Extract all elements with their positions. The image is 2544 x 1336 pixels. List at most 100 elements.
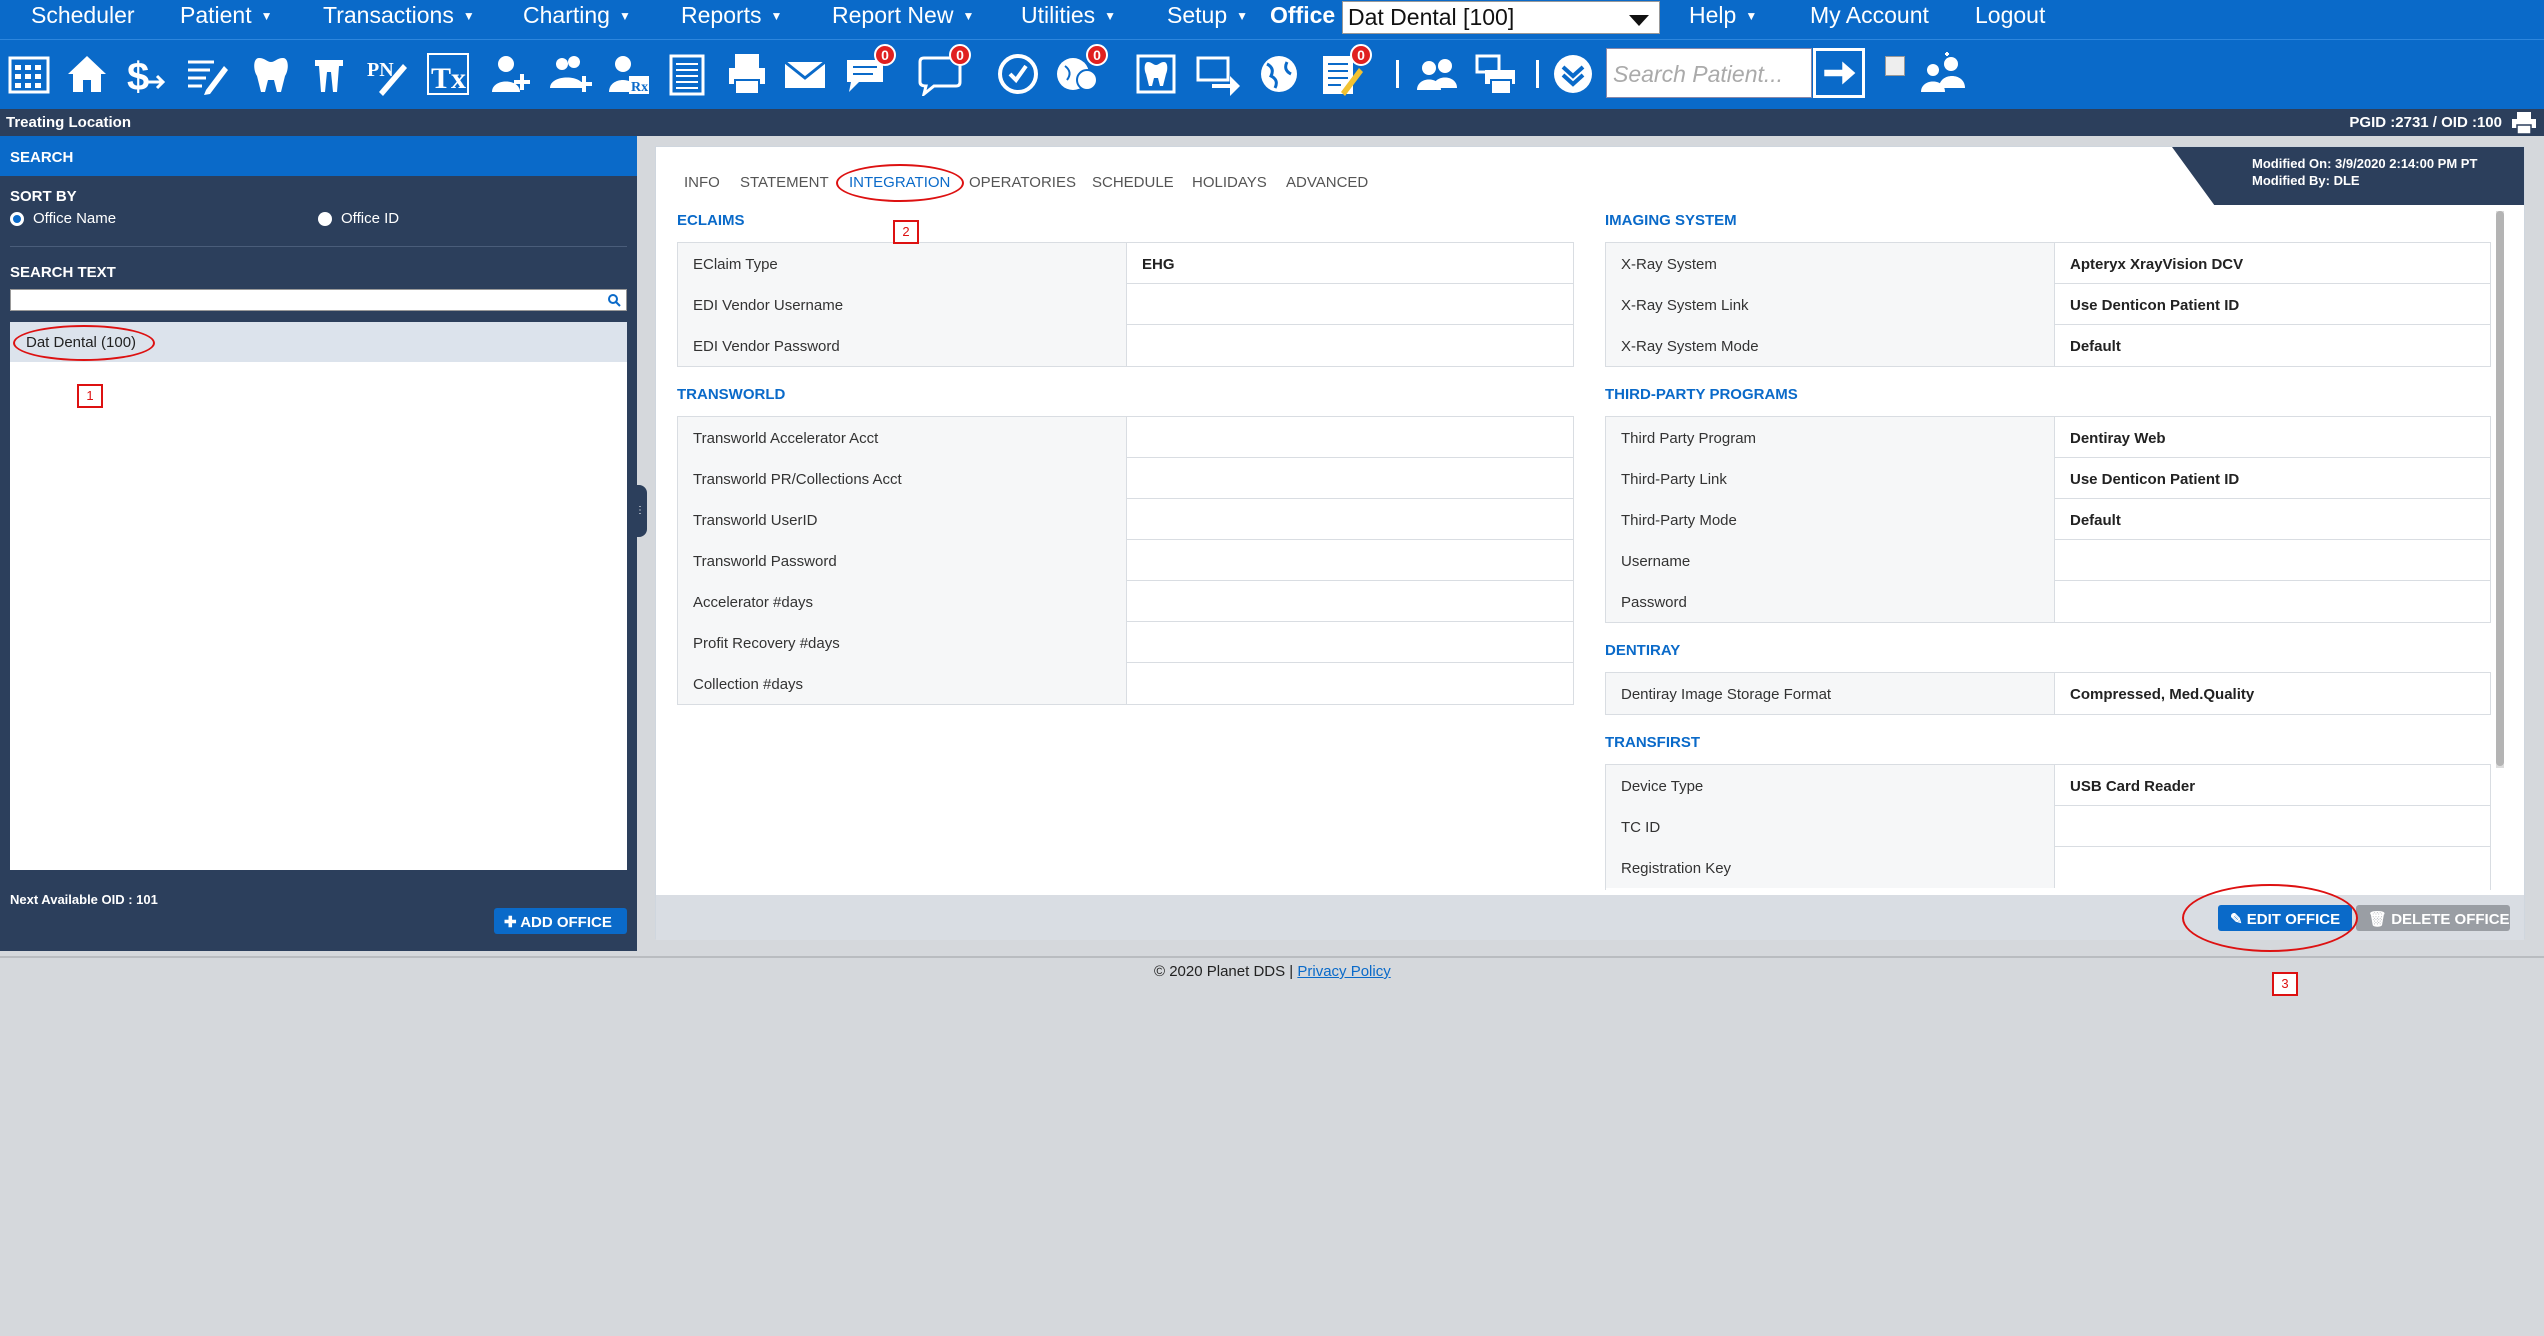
chat-icon[interactable]: 0 xyxy=(842,44,896,98)
arrow-right-icon xyxy=(1824,61,1856,85)
calendar-icon[interactable] xyxy=(6,50,52,98)
radio-office-name[interactable]: Office Name xyxy=(10,210,116,227)
search-go-button[interactable] xyxy=(1813,48,1865,98)
menu-patient[interactable]: Patient ▼ xyxy=(180,0,273,39)
annotation-ellipse xyxy=(836,164,964,202)
annotation-marker: 2 xyxy=(893,220,919,244)
toolbar-separator xyxy=(1396,60,1399,88)
world-icon[interactable]: 0 xyxy=(1054,44,1108,98)
search-placeholder: Search Patient... xyxy=(1613,61,1784,87)
privacy-policy-link[interactable]: Privacy Policy xyxy=(1297,963,1390,980)
print-icon[interactable] xyxy=(724,50,770,98)
row-value: Default xyxy=(2070,512,2121,529)
row-value: Apteryx XrayVision DCV xyxy=(2070,256,2244,273)
row-label: Third-Party Link xyxy=(1606,458,2055,499)
office-search-input[interactable] xyxy=(10,289,627,311)
clock-icon[interactable] xyxy=(995,50,1041,98)
row-value xyxy=(2055,581,2070,622)
table-row: Accelerator #days xyxy=(678,581,1573,622)
notes-icon[interactable] xyxy=(183,50,229,98)
treating-location-label: Treating Location xyxy=(6,114,132,131)
group-settings-icon[interactable] xyxy=(1920,50,1966,98)
message-badge: 0 xyxy=(949,44,971,66)
tab-advanced[interactable]: ADVANCED xyxy=(1286,174,1368,191)
eclaims-table: EClaim Type EHG EDI Vendor Username EDI V… xyxy=(677,242,1574,367)
menu-reports[interactable]: Reports ▼ xyxy=(681,0,782,39)
row-value xyxy=(1127,458,1142,499)
search-patient-input[interactable]: Search Patient... xyxy=(1606,48,1812,98)
menu-scheduler[interactable]: Scheduler xyxy=(31,0,135,39)
row-value xyxy=(2055,847,2070,888)
annotation-ellipse xyxy=(13,325,155,361)
add-office-button[interactable]: ✚ ADD OFFICE xyxy=(494,908,627,934)
transworld-table: Transworld Accelerator Acct Transworld P… xyxy=(677,416,1574,705)
tab-info[interactable]: INFO xyxy=(684,174,720,191)
add-family-icon[interactable] xyxy=(547,50,593,98)
scrollbar-thumb[interactable] xyxy=(2496,211,2504,766)
menu-my-account[interactable]: My Account xyxy=(1810,0,1929,39)
menu-report-new[interactable]: Report New ▼ xyxy=(832,0,974,39)
office-label: Office xyxy=(1270,2,1336,28)
section-title-eclaims: ECLAIMS xyxy=(677,212,745,229)
tab-operatories[interactable]: OPERATORIES xyxy=(969,174,1076,191)
prescription-icon[interactable]: Rx xyxy=(606,50,652,98)
delete-office-button[interactable]: 🗑 DELETE OFFICE xyxy=(2356,905,2510,931)
scrollbar[interactable] xyxy=(2496,211,2504,768)
print-multi-icon[interactable] xyxy=(1472,50,1518,98)
menu-setup[interactable]: Setup ▼ xyxy=(1167,0,1248,39)
table-row: Dentiray Image Storage Format Compressed,… xyxy=(1606,673,2490,714)
tab-holidays[interactable]: HOLIDAYS xyxy=(1192,174,1267,191)
home-icon[interactable] xyxy=(64,50,110,98)
search-icon[interactable] xyxy=(607,293,621,307)
sidebar-collapse-handle[interactable]: ⋮ xyxy=(633,485,647,537)
row-value xyxy=(2055,806,2070,847)
section-title-transfirst: TRANSFIRST xyxy=(1605,734,1700,751)
row-value xyxy=(1127,499,1142,540)
dropdown-arrow-icon xyxy=(1629,15,1649,26)
add-patient-icon[interactable] xyxy=(487,50,533,98)
mail-icon[interactable] xyxy=(782,50,828,98)
row-label: Third Party Program xyxy=(1606,417,2055,458)
table-row: Transworld Accelerator Acct xyxy=(678,417,1573,458)
modified-by: Modified By: DLE xyxy=(2252,173,2360,188)
checklist-badge: 0 xyxy=(1350,44,1372,66)
row-label: Accelerator #days xyxy=(678,581,1127,622)
dental-chart-icon[interactable] xyxy=(1133,50,1179,98)
message-icon[interactable]: 0 xyxy=(917,44,971,98)
tooth-icon[interactable] xyxy=(248,50,294,98)
radio-selected-icon xyxy=(10,211,24,226)
tab-schedule[interactable]: SCHEDULE xyxy=(1092,174,1174,191)
menu-transactions[interactable]: Transactions ▼ xyxy=(323,0,475,39)
users-icon[interactable] xyxy=(1414,50,1460,98)
annotation-marker: 3 xyxy=(2272,972,2298,996)
search-text-label: SEARCH TEXT xyxy=(10,264,116,281)
print-icon[interactable] xyxy=(2510,112,2538,134)
copyright-text: © 2020 Planet DDS | xyxy=(1154,963,1298,980)
transfer-icon[interactable] xyxy=(1195,50,1241,98)
row-label: Dentiray Image Storage Format xyxy=(1606,673,2055,714)
globe-icon[interactable] xyxy=(1256,50,1302,98)
svg-text:PN: PN xyxy=(367,59,394,81)
sort-by-label: SORT BY xyxy=(10,188,77,205)
progress-notes-icon[interactable]: PN xyxy=(364,50,410,98)
add-office-label: ADD OFFICE xyxy=(520,914,612,931)
search-option-checkbox[interactable] xyxy=(1885,56,1905,76)
third-party-table: Third Party Program Dentiray Web Third-Pa… xyxy=(1605,416,2491,623)
perio-icon[interactable] xyxy=(306,50,352,98)
table-row: Password xyxy=(1606,581,2490,622)
document-icon[interactable] xyxy=(664,50,710,98)
dollar-icon[interactable]: $ xyxy=(122,50,168,98)
delete-office-label: DELETE OFFICE xyxy=(2391,911,2510,928)
menu-utilities[interactable]: Utilities ▼ xyxy=(1021,0,1116,39)
radio-office-id[interactable]: Office ID xyxy=(318,210,399,227)
chevron-down-icon[interactable] xyxy=(1550,50,1596,98)
treatment-icon[interactable]: Tx xyxy=(425,50,471,98)
menu-logout[interactable]: Logout xyxy=(1975,0,2045,39)
sidebar-divider xyxy=(10,246,627,247)
menu-charting[interactable]: Charting ▼ xyxy=(523,0,631,39)
menu-help[interactable]: Help ▼ xyxy=(1689,0,1757,39)
office-detail-panel: INFO STATEMENT INTEGRATION OPERATORIES S… xyxy=(655,146,2525,940)
checklist-icon[interactable]: 0 xyxy=(1318,44,1372,98)
office-select[interactable]: Dat Dental [100] xyxy=(1342,1,1660,34)
tab-statement[interactable]: STATEMENT xyxy=(740,174,829,191)
